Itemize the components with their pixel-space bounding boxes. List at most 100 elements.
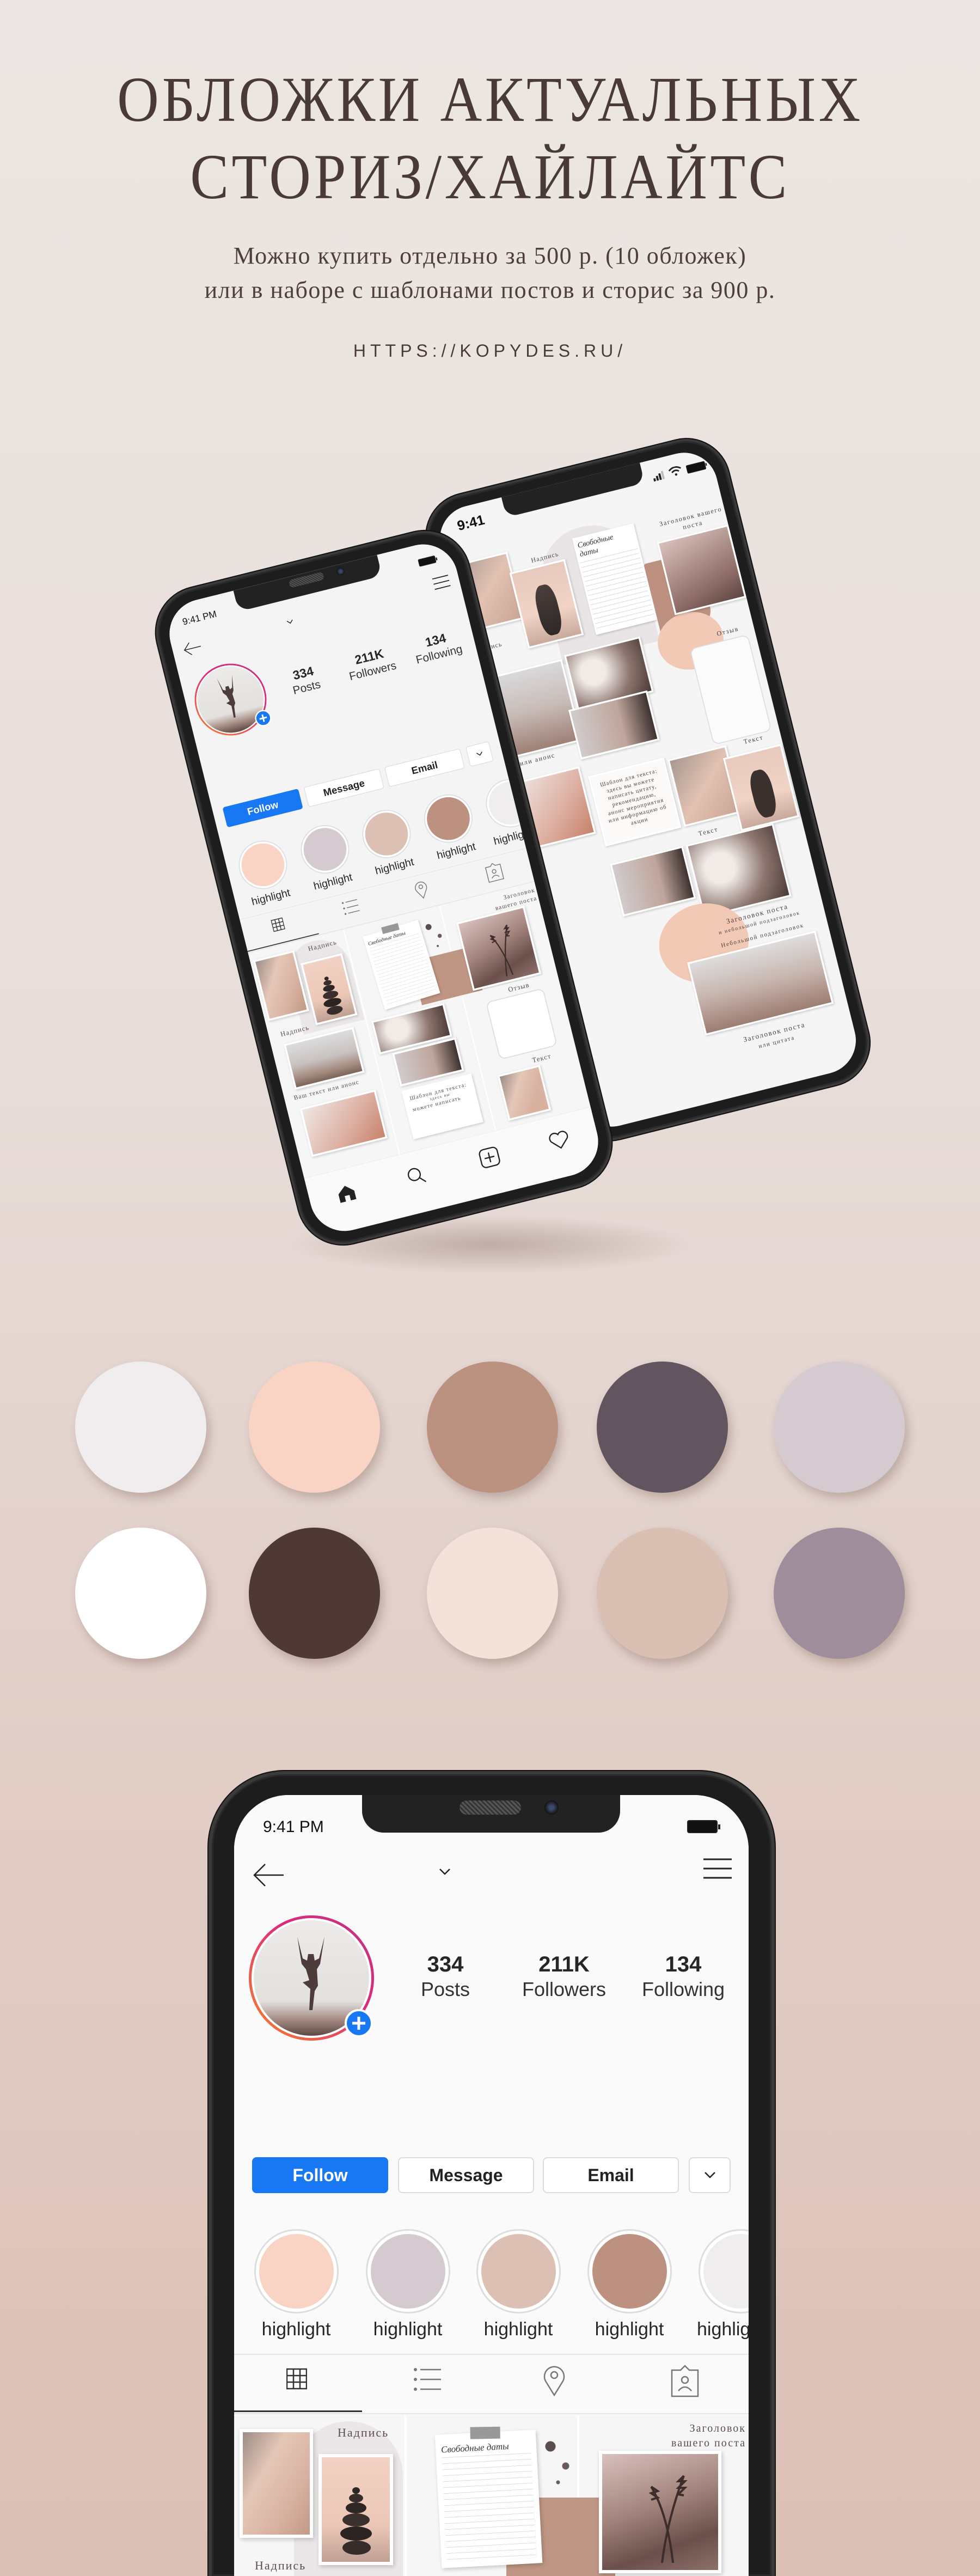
color-swatch (597, 1528, 728, 1659)
highlight-4[interactable] (419, 789, 478, 848)
add-post-icon[interactable] (477, 1145, 501, 1169)
post-photo-grass[interactable] (599, 2451, 721, 2573)
stat-following[interactable]: 134 Following (623, 1954, 743, 1999)
chevron-down-icon (704, 2172, 715, 2178)
review-screenshot[interactable] (485, 988, 558, 1060)
ink-splatter (539, 2427, 577, 2492)
heart-icon[interactable] (547, 1129, 571, 1151)
yoga-silhouette-icon (217, 674, 236, 718)
stat-followers[interactable]: 211K Followers (334, 643, 407, 685)
highlight-cover (481, 2234, 556, 2309)
avatar[interactable] (187, 656, 274, 743)
highlight-cover (592, 2234, 667, 2309)
photo-girl-2 (610, 846, 696, 917)
highlight-label: highlight (595, 2319, 664, 2340)
hamburger-icon[interactable] (703, 1858, 732, 1879)
plus-circle-icon[interactable] (345, 2009, 373, 2037)
grid-icon[interactable] (271, 917, 285, 933)
front-camera (544, 1800, 559, 1815)
follow-button[interactable]: Follow (252, 2157, 388, 2193)
highlight-1[interactable] (234, 835, 292, 894)
subtitle-line-2: или в наборе с шаблонами постов и сторис… (204, 277, 776, 303)
post-caption: Надпись (255, 2559, 307, 2572)
website-link[interactable]: HTTPS://KOPYDES.RU/ (0, 341, 980, 361)
instagram-profile-screen: 9:41 PM 334 Posts 211K Followers 134 Follow… (234, 1795, 749, 2576)
email-button[interactable]: Email (384, 748, 465, 788)
highlight-cover (371, 2234, 445, 2309)
highlight-5[interactable] (699, 2229, 749, 2313)
more-options-button[interactable] (465, 741, 494, 767)
email-button[interactable]: Email (543, 2157, 679, 2193)
highlight-2[interactable] (296, 820, 354, 879)
highlight-label: highlight (261, 2319, 331, 2340)
review-screenshot (689, 634, 772, 746)
highlight-cover (259, 2234, 334, 2309)
post-photo-skin-2[interactable] (497, 1065, 552, 1121)
notepad[interactable]: Свободные даты (434, 2426, 543, 2568)
caption-text-2: Текст (697, 825, 719, 838)
location-pin-icon[interactable] (543, 2364, 566, 2396)
photo-stones-2 (722, 743, 800, 832)
speaker-grille (460, 1800, 521, 1815)
page-title-line-1: ОБЛОЖКИ АКТУАЛЬНЫХ (117, 64, 863, 135)
divider (234, 2354, 749, 2355)
post-caption: Надпись (338, 2426, 389, 2439)
speaker-grille (288, 571, 325, 588)
tagged-user-icon[interactable] (484, 860, 505, 883)
template-card[interactable]: Шаблон для текста: здесь вы можете напис… (401, 1073, 483, 1140)
tagged-user-icon[interactable] (671, 2364, 699, 2397)
highlight-cover (422, 792, 475, 845)
stat-followers[interactable]: 211K Followers (504, 1954, 624, 1999)
list-icon[interactable] (341, 898, 360, 916)
highlight-3[interactable] (476, 2229, 561, 2313)
search-icon[interactable] (405, 1164, 428, 1187)
more-options-button[interactable] (689, 2157, 731, 2193)
status-time: 9:41 (455, 511, 486, 534)
stat-posts[interactable]: 334 Posts (385, 1954, 505, 1999)
battery-icon (418, 555, 437, 567)
color-swatch (249, 1362, 380, 1493)
highlight-4[interactable] (587, 2229, 672, 2313)
active-tab-indicator (234, 2410, 362, 2412)
color-swatch (774, 1528, 905, 1659)
highlight-cover (703, 2234, 749, 2309)
stat-posts[interactable]: 334 Posts (268, 659, 341, 701)
subtitle-line-1: Можно купить отдельно за 500 р. (10 обло… (233, 242, 747, 269)
highlight-2[interactable] (366, 2229, 450, 2313)
profile-phone-closeup: 9:41 PM 334 Posts 211K Followers 134 Follow… (209, 1771, 775, 2576)
highlight-label: highlight (483, 2319, 553, 2340)
battery-icon (685, 461, 707, 474)
stat-following[interactable]: 134 Following (401, 626, 474, 668)
page-title-line-2: СТОРИЗ/ХАЙЛАЙТС (190, 141, 790, 212)
post-title: Заголовок вашего поста (671, 2422, 746, 2449)
highlight-label: highlight (373, 2319, 443, 2340)
hamburger-icon[interactable] (432, 574, 451, 590)
plus-circle-icon[interactable] (253, 709, 273, 728)
highlight-3[interactable] (357, 804, 416, 864)
post-grid: Надпись Надпись Свободные даты Заголовок… (234, 2416, 749, 2576)
arrow-left-icon[interactable] (182, 639, 203, 657)
arrow-left-icon[interactable] (252, 1863, 285, 1887)
chevron-down-icon (476, 752, 482, 756)
yoga-silhouette-icon (297, 1937, 324, 2010)
chevron-down-icon[interactable] (439, 1867, 451, 1876)
highlight-1[interactable] (254, 2229, 339, 2313)
home-icon[interactable] (335, 1182, 358, 1204)
highlight-cover (360, 808, 413, 860)
color-swatch (249, 1528, 380, 1659)
post-photo-skin[interactable] (240, 2429, 313, 2538)
message-button[interactable]: Message (303, 768, 384, 808)
highlight-label: highlight (250, 886, 292, 908)
list-icon[interactable] (414, 2367, 441, 2392)
notch (501, 462, 645, 518)
grid-icon[interactable] (286, 2367, 307, 2391)
highlight-cover (299, 823, 351, 876)
location-pin-icon[interactable] (413, 879, 430, 900)
message-button[interactable]: Message (398, 2157, 534, 2193)
chevron-down-icon[interactable] (286, 619, 294, 625)
post-photo-stones[interactable] (318, 2454, 393, 2565)
post-caption: Текст (531, 1052, 552, 1064)
post-photo-honest[interactable] (299, 1089, 388, 1157)
follow-button[interactable]: Follow (222, 789, 303, 828)
color-swatch (597, 1362, 728, 1493)
